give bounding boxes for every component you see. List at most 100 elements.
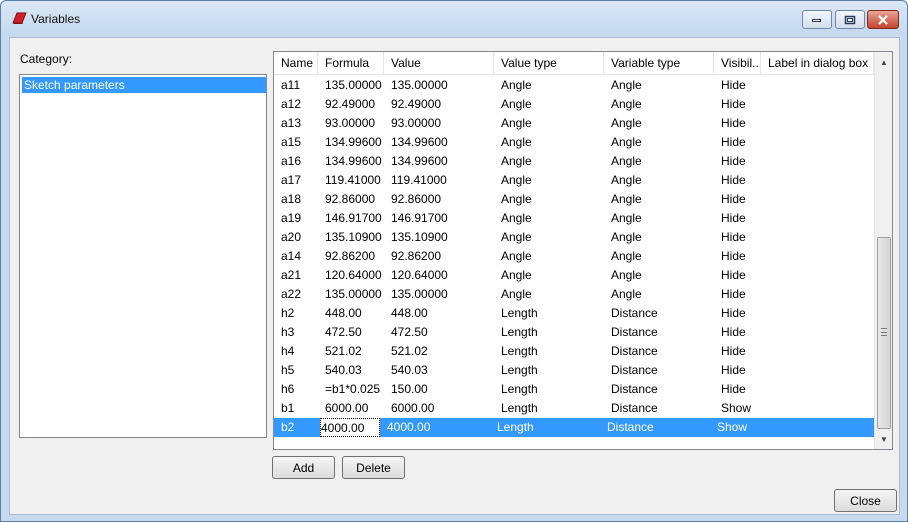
table-cell[interactable]: Length: [494, 380, 604, 399]
column-header-name[interactable]: Name: [274, 52, 318, 75]
table-cell[interactable]: a11: [274, 76, 318, 95]
table-cell[interactable]: Length: [494, 361, 604, 380]
table-row[interactable]: a22 135.00000 135.00000 Angle Angle Hide: [274, 285, 874, 304]
vertical-scrollbar[interactable]: ▲ ▼: [874, 52, 892, 449]
add-button[interactable]: Add: [272, 456, 335, 479]
table-cell[interactable]: 92.86000: [384, 190, 494, 209]
table-cell[interactable]: Hide: [714, 152, 761, 171]
table-cell[interactable]: Distance: [604, 323, 714, 342]
table-cell[interactable]: 135.00000: [318, 76, 384, 95]
table-cell[interactable]: Length: [494, 304, 604, 323]
table-cell[interactable]: Angle: [604, 266, 714, 285]
table-cell[interactable]: 135.10900: [384, 228, 494, 247]
table-cell[interactable]: =b1*0.025: [318, 380, 384, 399]
table-cell[interactable]: Angle: [604, 285, 714, 304]
table-cell[interactable]: 146.91700: [384, 209, 494, 228]
table-cell[interactable]: [761, 76, 874, 95]
table-row[interactable]: a21 120.64000 120.64000 Angle Angle Hide: [274, 266, 874, 285]
table-cell[interactable]: [761, 171, 874, 190]
table-cell[interactable]: Hide: [714, 95, 761, 114]
table-cell[interactable]: Angle: [494, 171, 604, 190]
table-cell[interactable]: a19: [274, 209, 318, 228]
table-row[interactable]: h6 =b1*0.025 150.00 Length Distance Hide: [274, 380, 874, 399]
table-cell[interactable]: 6000.00: [318, 399, 384, 418]
table-cell[interactable]: Distance: [604, 342, 714, 361]
table-cell[interactable]: Hide: [714, 190, 761, 209]
table-cell[interactable]: 540.03: [384, 361, 494, 380]
table-cell[interactable]: Length: [490, 418, 600, 437]
column-header-visibility[interactable]: Visibil...: [714, 52, 761, 75]
title-bar[interactable]: Variables: [1, 1, 907, 35]
table-cell[interactable]: Distance: [600, 418, 710, 437]
table-cell[interactable]: 448.00: [318, 304, 384, 323]
close-button[interactable]: Close: [834, 489, 897, 512]
table-cell[interactable]: 521.02: [384, 342, 494, 361]
table-cell[interactable]: 472.50: [384, 323, 494, 342]
table-cell[interactable]: Distance: [604, 304, 714, 323]
table-cell[interactable]: Angle: [604, 209, 714, 228]
table-cell[interactable]: [761, 285, 874, 304]
close-window-button[interactable]: [867, 10, 899, 29]
table-cell[interactable]: [761, 228, 874, 247]
table-cell[interactable]: 92.86200: [318, 247, 384, 266]
table-cell[interactable]: 119.41000: [318, 171, 384, 190]
table-cell[interactable]: Show: [714, 399, 761, 418]
table-cell[interactable]: [757, 418, 870, 437]
table-cell[interactable]: [761, 247, 874, 266]
table-row[interactable]: a12 92.49000 92.49000 Angle Angle Hide: [274, 95, 874, 114]
table-cell[interactable]: 4000.00: [320, 418, 380, 437]
table-cell[interactable]: 150.00: [384, 380, 494, 399]
table-cell[interactable]: [761, 323, 874, 342]
table-cell[interactable]: Angle: [494, 114, 604, 133]
table-cell[interactable]: [761, 399, 874, 418]
table-row[interactable]: a15 134.99600 134.99600 Angle Angle Hide: [274, 133, 874, 152]
table-cell[interactable]: Hide: [714, 76, 761, 95]
table-cell[interactable]: Hide: [714, 380, 761, 399]
table-cell[interactable]: h5: [274, 361, 318, 380]
table-cell[interactable]: h3: [274, 323, 318, 342]
table-row[interactable]: h5 540.03 540.03 Length Distance Hide: [274, 361, 874, 380]
table-cell[interactable]: Length: [494, 323, 604, 342]
table-cell[interactable]: Hide: [714, 304, 761, 323]
table-cell[interactable]: a18: [274, 190, 318, 209]
table-cell[interactable]: Hide: [714, 247, 761, 266]
table-cell[interactable]: Angle: [494, 266, 604, 285]
category-item-sketch-parameters[interactable]: Sketch parameters: [22, 77, 266, 93]
table-cell[interactable]: Distance: [604, 361, 714, 380]
table-cell[interactable]: [761, 209, 874, 228]
table-cell[interactable]: h6: [274, 380, 318, 399]
table-row[interactable]: a14 92.86200 92.86200 Angle Angle Hide: [274, 247, 874, 266]
table-cell[interactable]: Angle: [604, 228, 714, 247]
table-cell[interactable]: 93.00000: [318, 114, 384, 133]
table-cell[interactable]: Length: [494, 342, 604, 361]
table-cell[interactable]: Hide: [714, 342, 761, 361]
table-cell[interactable]: h2: [274, 304, 318, 323]
table-row[interactable]: a13 93.00000 93.00000 Angle Angle Hide: [274, 114, 874, 133]
table-cell[interactable]: Angle: [494, 247, 604, 266]
table-cell[interactable]: [761, 152, 874, 171]
table-row[interactable]: a17 119.41000 119.41000 Angle Angle Hide: [274, 171, 874, 190]
table-row[interactable]: h2 448.00 448.00 Length Distance Hide: [274, 304, 874, 323]
table-cell[interactable]: Show: [710, 418, 757, 437]
table-row[interactable]: b2 4000.00 4000.00 Length Distance Show: [274, 418, 874, 437]
table-cell[interactable]: a17: [274, 171, 318, 190]
table-cell[interactable]: 135.00000: [318, 285, 384, 304]
table-cell[interactable]: Angle: [604, 114, 714, 133]
minimize-button[interactable]: [802, 10, 832, 29]
table-cell[interactable]: Angle: [604, 171, 714, 190]
table-cell[interactable]: [761, 133, 874, 152]
maximize-button[interactable]: [835, 10, 865, 29]
table-cell[interactable]: Length: [494, 399, 604, 418]
column-header-label[interactable]: Label in dialog box: [761, 52, 874, 75]
table-cell[interactable]: Angle: [494, 133, 604, 152]
table-cell[interactable]: 92.49000: [318, 95, 384, 114]
table-cell[interactable]: 135.00000: [384, 285, 494, 304]
table-cell[interactable]: 92.49000: [384, 95, 494, 114]
table-cell[interactable]: Hide: [714, 171, 761, 190]
table-cell[interactable]: Distance: [604, 399, 714, 418]
table-cell[interactable]: 92.86000: [318, 190, 384, 209]
table-row[interactable]: a18 92.86000 92.86000 Angle Angle Hide: [274, 190, 874, 209]
table-cell[interactable]: Hide: [714, 209, 761, 228]
table-cell[interactable]: b1: [274, 399, 318, 418]
table-cell[interactable]: Hide: [714, 266, 761, 285]
